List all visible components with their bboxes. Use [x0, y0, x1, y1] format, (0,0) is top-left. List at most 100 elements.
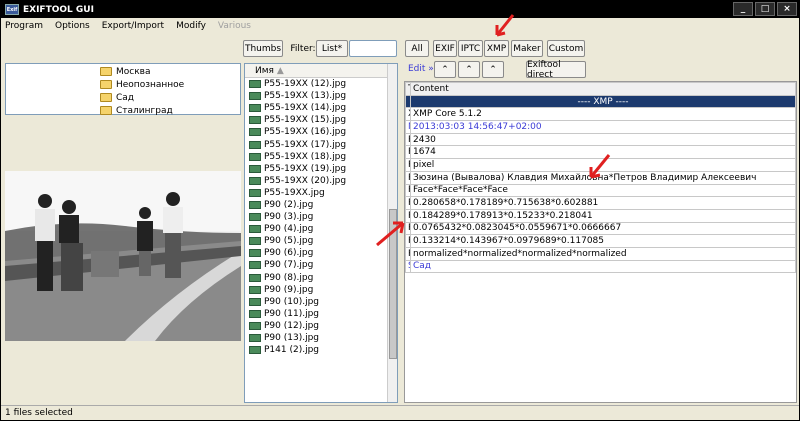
file-list-item[interactable]: P90 (2).jpg: [245, 199, 397, 211]
image-file-icon: [249, 249, 261, 258]
tab-all[interactable]: All: [405, 40, 429, 57]
maximize-button[interactable]: □: [755, 2, 775, 16]
file-name: P55-19XX (18).jpg: [264, 151, 347, 162]
tag-value-cell[interactable]: XMP Core 5.1.2: [410, 107, 796, 122]
table-row[interactable]: ModifyDate2013:03:03 14:56:47+02:00: [405, 120, 796, 134]
image-file-icon: [249, 237, 261, 246]
table-row[interactable]: RegionAreaX0.280658*0.178189*0.715638*0.…: [405, 196, 796, 210]
annotation-arrow-icon: [376, 221, 405, 247]
image-file-icon: [249, 140, 261, 149]
file-list-item[interactable]: P55-19XX (14).jpg: [245, 102, 397, 114]
file-name: P90 (11).jpg: [264, 308, 320, 319]
tab-exif[interactable]: EXIF: [433, 40, 457, 57]
chevron-up-icon: ⌃: [465, 64, 473, 75]
tag-value-cell[interactable]: Сад: [410, 259, 796, 274]
move-up-button[interactable]: ⌃: [434, 61, 456, 78]
tag-value-cell[interactable]: 0.280658*0.178189*0.715638*0.602881: [410, 196, 796, 210]
file-name: P55-19XX (12).jpg: [264, 79, 347, 90]
tag-name-cell: RegionAppliedToDimensionsW: [405, 132, 411, 147]
file-list-item[interactable]: P55-19XX (15).jpg: [245, 114, 397, 126]
tag-value-cell[interactable]: 2013:03:03 14:56:47+02:00: [410, 120, 796, 134]
image-file-icon: [249, 92, 261, 101]
tag-value-cell[interactable]: Face*Face*Face*Face: [410, 183, 796, 198]
filter-label: Filter:: [290, 43, 316, 54]
filter-select[interactable]: List*: [316, 40, 348, 57]
file-list-item[interactable]: P90 (10).jpg: [245, 296, 397, 308]
tag-value-cell[interactable]: normalized*normalized*normalized*normali…: [410, 246, 796, 261]
filter-input[interactable]: [349, 40, 397, 57]
table-row[interactable]: RegionTypeFace*Face*Face*Face: [405, 183, 796, 198]
file-name: P90 (10).jpg: [264, 296, 320, 307]
menu-program[interactable]: Program: [5, 21, 43, 31]
file-list-item[interactable]: P55-19XX (20).jpg: [245, 175, 397, 187]
file-list-item[interactable]: P55-19XX.jpg: [245, 187, 397, 199]
tab-maker[interactable]: Maker: [511, 40, 543, 57]
folder-item[interactable]: Сад: [100, 91, 240, 104]
file-list-item[interactable]: P55-19XX (18).jpg: [245, 151, 397, 163]
move-up-button[interactable]: ⌃: [482, 61, 504, 78]
tag-name-cell: RegionName: [405, 170, 411, 185]
tag-value-cell[interactable]: 0.184289*0.178913*0.15233*0.218041: [410, 208, 796, 223]
file-list-item[interactable]: P90 (12).jpg: [245, 320, 397, 332]
folder-item[interactable]: Москва: [100, 65, 240, 78]
image-file-icon: [249, 152, 261, 161]
menu-modify[interactable]: Modify: [176, 21, 206, 31]
file-list-header[interactable]: Имя ▲: [245, 64, 397, 78]
file-name: P55-19XX (13).jpg: [264, 91, 347, 102]
file-list-item[interactable]: P55-19XX (13).jpg: [245, 90, 397, 102]
menu-options[interactable]: Options: [55, 21, 90, 31]
tag-name-cell: ModifyDate: [405, 120, 411, 134]
file-list-item[interactable]: P90 (6).jpg: [245, 247, 397, 259]
file-list-item[interactable]: P90 (13).jpg: [245, 332, 397, 344]
menu-export-import[interactable]: Export/Import: [102, 21, 164, 31]
tag-value-cell[interactable]: 2430: [410, 132, 796, 147]
close-button[interactable]: ×: [777, 2, 797, 16]
image-file-icon: [249, 128, 261, 137]
file-list-item[interactable]: P90 (8).jpg: [245, 272, 397, 284]
app-icon: Exif: [5, 4, 19, 15]
title-bar: Exif EXIFTOOL GUI _ □ ×: [1, 1, 799, 18]
tab-xmp[interactable]: XMP: [484, 40, 509, 57]
image-file-icon: [249, 321, 261, 330]
file-name: P90 (5).jpg: [264, 236, 314, 247]
file-list-item[interactable]: P55-19XX (12).jpg: [245, 78, 397, 90]
minimize-button[interactable]: _: [733, 2, 753, 16]
file-list-item[interactable]: P90 (11).jpg: [245, 308, 397, 320]
chevron-up-icon: ⌃: [441, 64, 449, 75]
file-list-item[interactable]: P90 (7).jpg: [245, 259, 397, 271]
file-name: P55-19XX (15).jpg: [264, 115, 347, 126]
edit-link[interactable]: Edit »: [408, 64, 434, 74]
file-name: P90 (3).jpg: [264, 212, 314, 223]
tag-name-cell: Subject: [405, 259, 411, 274]
table-row[interactable]: RegionAreaH0.133214*0.143967*0.0979689*0…: [405, 234, 796, 248]
table-row[interactable]: RegionAreaW0.0765432*0.0823045*0.0559671…: [405, 221, 796, 236]
tab-custom[interactable]: Custom: [547, 40, 585, 57]
file-list-item[interactable]: P141 (2).jpg: [245, 344, 397, 356]
folder-item[interactable]: Сталинград: [100, 104, 240, 117]
move-up-button[interactable]: ⌃: [458, 61, 480, 78]
table-row[interactable]: SubjectСад: [405, 259, 796, 274]
file-name: P55-19XX (17).jpg: [264, 139, 347, 150]
table-row[interactable]: XMPToolkitXMP Core 5.1.2: [405, 107, 796, 122]
tag-value-cell[interactable]: 0.0765432*0.0823045*0.0559671*0.0666667: [410, 221, 796, 236]
file-name: P90 (4).jpg: [264, 224, 314, 235]
thumbs-button[interactable]: Thumbs: [243, 40, 283, 57]
chevron-up-icon: ⌃: [489, 64, 497, 75]
image-file-icon: [249, 80, 261, 89]
column-content[interactable]: Content: [410, 82, 796, 96]
tag-value-cell[interactable]: 0.133214*0.143967*0.0979689*0.117085: [410, 234, 796, 248]
table-row[interactable]: RegionAreaUnitnormalized*normalized*norm…: [405, 246, 796, 261]
tab-iptc[interactable]: IPTC: [458, 40, 483, 57]
column-tag-name[interactable]: Tag Name: [405, 82, 411, 96]
file-list-item[interactable]: P55-19XX (17).jpg: [245, 138, 397, 150]
folder-item[interactable]: Неопознанное: [100, 78, 240, 91]
table-row[interactable]: RegionAreaY0.184289*0.178913*0.15233*0.2…: [405, 208, 796, 223]
table-header: Tag Name Content: [405, 82, 796, 96]
file-list-item[interactable]: P55-19XX (19).jpg: [245, 163, 397, 175]
file-list-item[interactable]: P90 (9).jpg: [245, 284, 397, 296]
file-list-item[interactable]: P55-19XX (16).jpg: [245, 126, 397, 138]
exiftool-direct-button[interactable]: Exiftool direct: [526, 60, 586, 80]
image-file-icon: [249, 309, 261, 318]
photo-preview: [5, 171, 241, 341]
table-row[interactable]: RegionAppliedToDimensionsW2430: [405, 132, 796, 147]
